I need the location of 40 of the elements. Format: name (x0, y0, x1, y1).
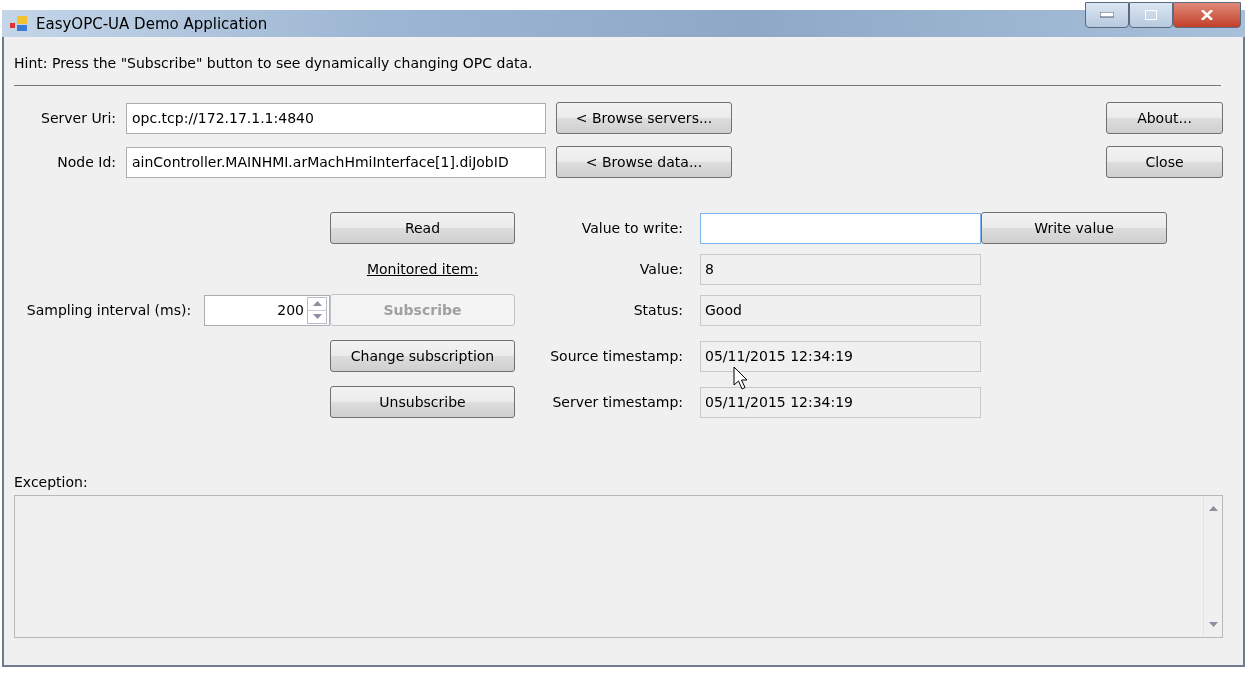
minimize-icon (1100, 12, 1114, 18)
scroll-down-icon[interactable] (1208, 622, 1218, 627)
browse-button[interactable]: < Browse servers... (556, 102, 732, 134)
field-label: Source timestamp: (550, 348, 683, 364)
exception-label: Exception: (14, 474, 89, 490)
readout-field: 8 (700, 253, 981, 285)
spin-down-icon[interactable] (312, 314, 322, 319)
app-icon (10, 15, 28, 32)
hint-text: Hint: Press the "Subscribe" button to see dynamically changing OPC data. (14, 55, 534, 71)
field-label: Status: (633, 302, 683, 318)
spin-up-icon[interactable] (312, 301, 322, 306)
field-label: Node Id: (56, 154, 116, 170)
subscription-button[interactable]: Change subscription (330, 340, 515, 372)
close-window-button[interactable] (1173, 2, 1241, 28)
field-label: Value: (639, 261, 683, 277)
close-icon (1201, 10, 1213, 20)
scroll-up-icon[interactable] (1208, 506, 1218, 511)
mouse-cursor-icon (733, 366, 749, 390)
readout-field: 05/11/2015 12:34:19 (700, 340, 981, 372)
section-label: Monitored item: (366, 261, 479, 277)
subscription-button[interactable]: Unsubscribe (330, 386, 515, 418)
sampling-interval-spinner[interactable]: 200 (204, 294, 330, 326)
read-button[interactable]: Read (330, 212, 515, 244)
side-button[interactable]: About... (1106, 102, 1223, 134)
maximize-icon (1145, 10, 1157, 20)
write-value-button[interactable]: Write value (981, 212, 1167, 244)
text-field[interactable]: opc.tcp://172.17.1.1:4840 (126, 102, 546, 134)
field-label: Server Uri: (40, 110, 116, 126)
window-title: EasyOPC-UA Demo Application (36, 14, 268, 33)
field-label: Value to write: (581, 220, 683, 236)
value-to-write-field[interactable] (700, 212, 981, 244)
field-label: Sampling interval (ms): (26, 302, 192, 318)
readout-field: 05/11/2015 12:34:19 (700, 386, 981, 418)
maximize-button[interactable] (1129, 2, 1173, 28)
side-button[interactable]: Close (1106, 146, 1223, 178)
readout-field: Good (700, 294, 981, 326)
field-label: Server timestamp: (552, 394, 683, 410)
text-field[interactable]: ainController.MAINHMI.arMachHmiInterface[1].diJobID (126, 146, 546, 178)
browse-button[interactable]: < Browse data... (556, 146, 732, 178)
minimize-button[interactable] (1085, 2, 1129, 28)
